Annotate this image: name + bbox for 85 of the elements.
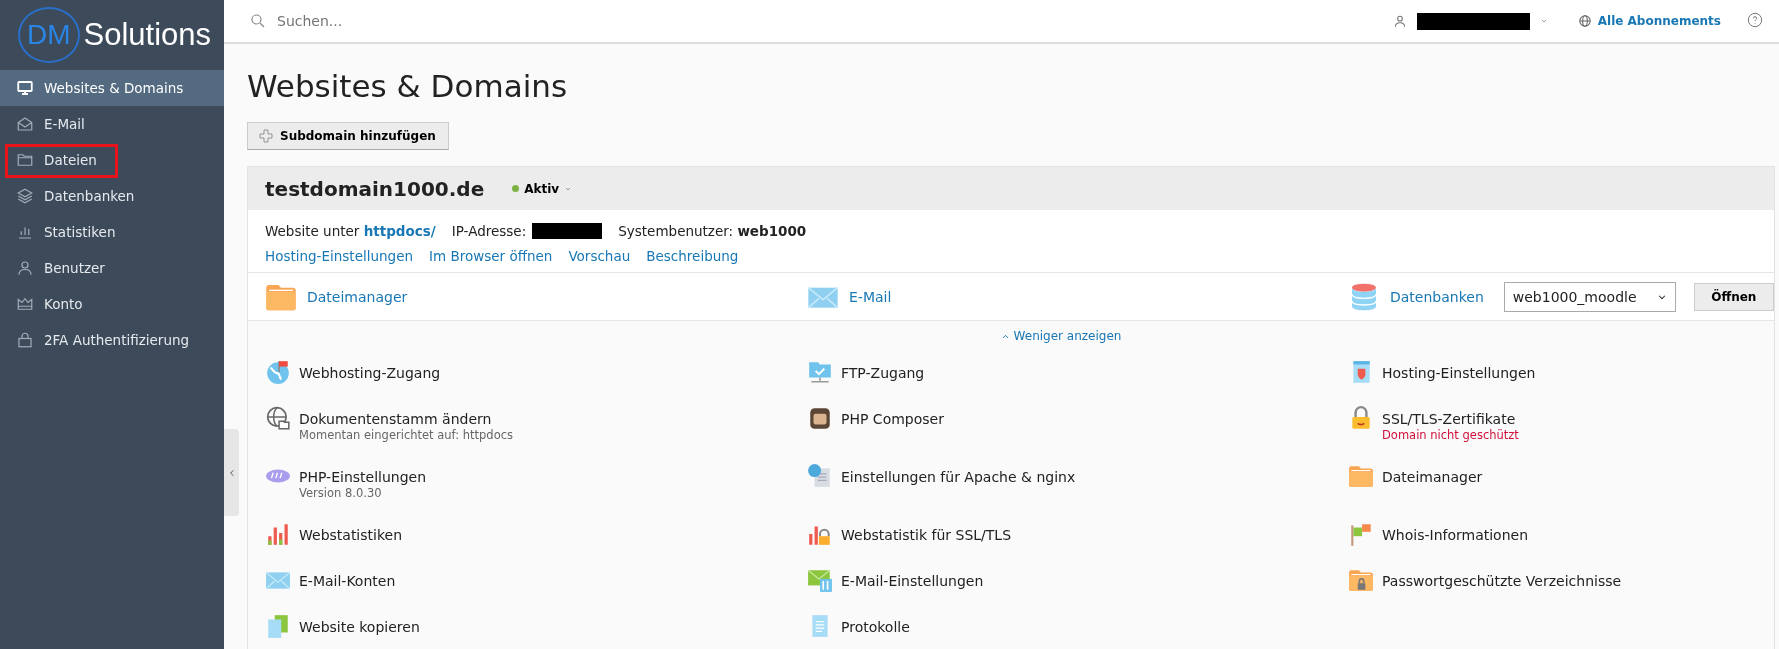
tool-link[interactable]: PHP Composer <box>841 411 944 427</box>
help-icon <box>1747 11 1763 28</box>
server-globe-icon <box>807 463 833 489</box>
sidebar-item[interactable]: Websites & Domains <box>0 70 224 106</box>
nav-label: 2FA Authentifizierung <box>44 332 190 348</box>
tool-link[interactable]: Webhosting-Zugang <box>299 365 441 381</box>
system-user-info: Systembenutzer: web1000 <box>618 223 807 239</box>
flags-icon <box>1348 521 1374 547</box>
status-dot <box>512 185 520 192</box>
tool-link[interactable]: Whois-Informationen <box>1382 527 1529 543</box>
logo-text: Solutions <box>83 17 212 53</box>
tool-note: Version 8.0.30 <box>299 486 383 501</box>
search-icon <box>249 12 267 30</box>
redacted-block <box>532 223 603 239</box>
status-dropdown[interactable]: Aktiv <box>506 180 579 197</box>
domain-link[interactable]: Vorschau <box>568 248 631 264</box>
page-title: Websites & Domains <box>247 68 569 104</box>
tool-link[interactable]: Dateimanager <box>1382 469 1483 485</box>
search-input[interactable]: Suchen... <box>275 12 1383 30</box>
lock-icon <box>16 331 34 349</box>
user-icon <box>1392 14 1407 28</box>
globe-icon <box>1577 14 1592 28</box>
tool-link[interactable]: Website kopieren <box>299 619 420 635</box>
sidebar-item[interactable]: 2FA Authentifizierung <box>0 322 224 358</box>
chevron-left-icon <box>227 467 236 478</box>
tool-link[interactable]: Dokumentenstamm ändern <box>299 411 492 427</box>
quick-link[interactable]: Dateimanager <box>307 288 408 305</box>
globe-folder-icon <box>265 405 291 431</box>
tool-link[interactable]: Passwortgeschützte Verzeichnisse <box>1382 573 1622 589</box>
sidebar-item[interactable]: Statistiken <box>0 214 224 250</box>
tool-link[interactable]: FTP-Zugang <box>841 365 925 381</box>
domain-name: testdomain1000.de <box>265 176 485 201</box>
tool-link[interactable]: Webstatistik für SSL/TLS <box>841 527 1012 543</box>
website-info: Website unter httpdocs/ <box>265 223 436 239</box>
tool-link[interactable]: PHP-Einstellungen <box>299 469 427 485</box>
nav-label: Datenbanken <box>44 188 135 204</box>
open-button[interactable]: Öffnen <box>1693 282 1774 311</box>
docroot-link[interactable]: httpdocs/ <box>363 223 436 239</box>
warning-note: Domain nicht geschützt <box>1382 428 1519 443</box>
tool-link[interactable]: SSL/TLS-Zertifikate <box>1382 411 1516 427</box>
nav-label: Konto <box>44 296 83 312</box>
folder-icon <box>1348 463 1374 489</box>
tool-link[interactable]: Webstatistiken <box>299 527 403 543</box>
monitor-icon <box>16 79 34 97</box>
domain-link[interactable]: Beschreibung <box>646 248 739 264</box>
collapse-handle[interactable] <box>224 429 239 516</box>
domain-link[interactable]: Hosting-Einstellungen <box>265 248 413 264</box>
nav-label: E-Mail <box>44 116 85 132</box>
sidebar-item[interactable]: Konto <box>0 286 224 322</box>
database-select[interactable]: web1000_moodle <box>1503 281 1676 312</box>
tool-link[interactable]: Protokolle <box>841 619 910 635</box>
nav-label: Benutzer <box>44 260 105 276</box>
nav-label: Websites & Domains <box>44 80 184 96</box>
plus-icon <box>258 128 274 144</box>
nav-label: Statistiken <box>44 224 116 240</box>
caret-icon <box>1539 17 1548 25</box>
quick-link[interactable]: E-Mail <box>849 288 892 305</box>
crown-icon <box>16 295 34 313</box>
tool-link[interactable]: Einstellungen für Apache & nginx <box>841 469 1076 485</box>
globe-flag-icon <box>265 359 291 385</box>
logo-mark: DM <box>18 7 80 63</box>
show-less-link[interactable]: Weniger anzeigen <box>1000 329 1122 343</box>
tool-link[interactable]: E-Mail-Konten <box>299 573 396 589</box>
sidebar-item[interactable]: Datenbanken <box>0 178 224 214</box>
tool-link[interactable]: Hosting-Einstellungen <box>1382 365 1536 381</box>
add-subdomain-button[interactable]: Subdomain hinzufügen <box>247 122 449 150</box>
tool-link[interactable]: E-Mail-Einstellungen <box>841 573 984 589</box>
envelope-icon <box>16 115 34 133</box>
domain-link[interactable]: Im Browser öffnen <box>429 248 553 264</box>
ip-label: IP-Adresse: <box>451 223 527 239</box>
pages-icon <box>265 613 291 639</box>
ftp-folder-icon <box>807 359 833 385</box>
nav-label: Dateien <box>44 152 97 168</box>
folder-lock-icon <box>1348 567 1374 593</box>
folder-icon <box>16 151 34 169</box>
sidebar-item[interactable]: E-Mail <box>0 106 224 142</box>
bar-chart-icon <box>265 521 291 547</box>
subscriptions-link[interactable]: Alle Abonnements <box>1577 14 1721 28</box>
sidebar-item[interactable]: Benutzer <box>0 250 224 286</box>
user-icon <box>16 259 34 277</box>
sidebar-item[interactable]: Dateien <box>0 142 224 178</box>
quick-link[interactable]: Datenbanken <box>1390 288 1484 305</box>
layers-icon <box>16 187 34 205</box>
tool-note: Momentan eingerichtet auf: httpdocs <box>299 428 513 443</box>
envelope-settings-icon <box>807 567 833 593</box>
